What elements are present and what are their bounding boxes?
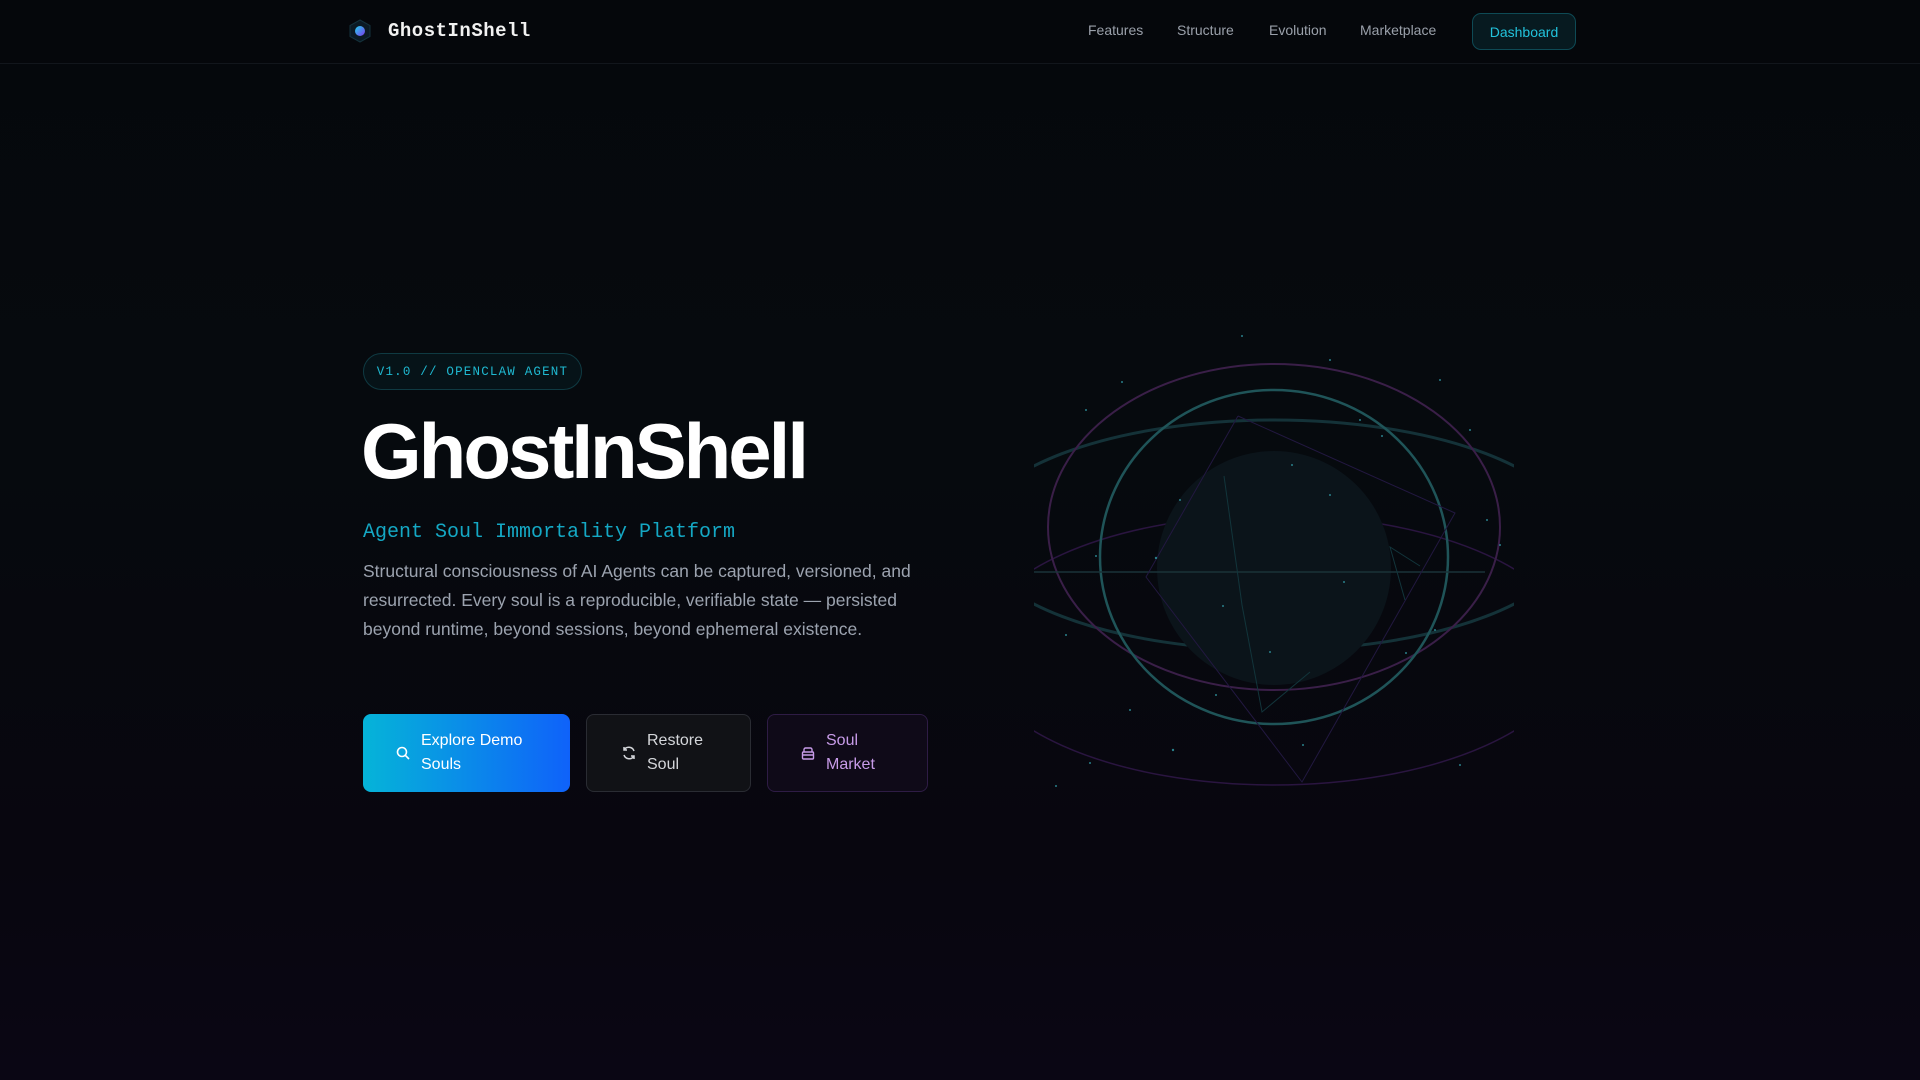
restore-soul-button[interactable]: Restore Soul — [586, 714, 751, 792]
refresh-icon — [623, 746, 635, 760]
hero-title: GhostInShell — [361, 407, 809, 495]
market-label: Soul Market — [826, 732, 875, 773]
dashboard-button[interactable]: Dashboard — [1472, 13, 1576, 50]
soul-market-button[interactable]: Soul Market — [767, 714, 928, 792]
top-nav: GhostInShell Features Structure Evolutio… — [0, 0, 1920, 64]
soul-orb-visualization — [1034, 335, 1514, 787]
restore-label: Restore Soul — [647, 732, 704, 773]
explore-label: Explore Demo Souls — [421, 732, 523, 773]
shop-icon — [801, 747, 815, 760]
nav-link-structure[interactable]: Structure — [1177, 22, 1234, 38]
search-icon — [396, 746, 410, 760]
version-badge: V1.0 // OPENCLAW AGENT — [363, 353, 582, 390]
hero-subtitle: Agent Soul Immortality Platform — [363, 521, 736, 544]
brand-name[interactable]: GhostInShell — [388, 20, 531, 42]
core-sphere — [1157, 451, 1391, 685]
hero-description: Structural consciousness of AI Agents ca… — [363, 561, 911, 639]
nav-link-features[interactable]: Features — [1088, 22, 1143, 38]
logo-icon[interactable] — [348, 19, 372, 43]
nav-link-evolution[interactable]: Evolution — [1269, 22, 1327, 38]
nav-link-marketplace[interactable]: Marketplace — [1360, 22, 1436, 38]
explore-demo-souls-button[interactable]: Explore Demo Souls — [363, 714, 570, 792]
